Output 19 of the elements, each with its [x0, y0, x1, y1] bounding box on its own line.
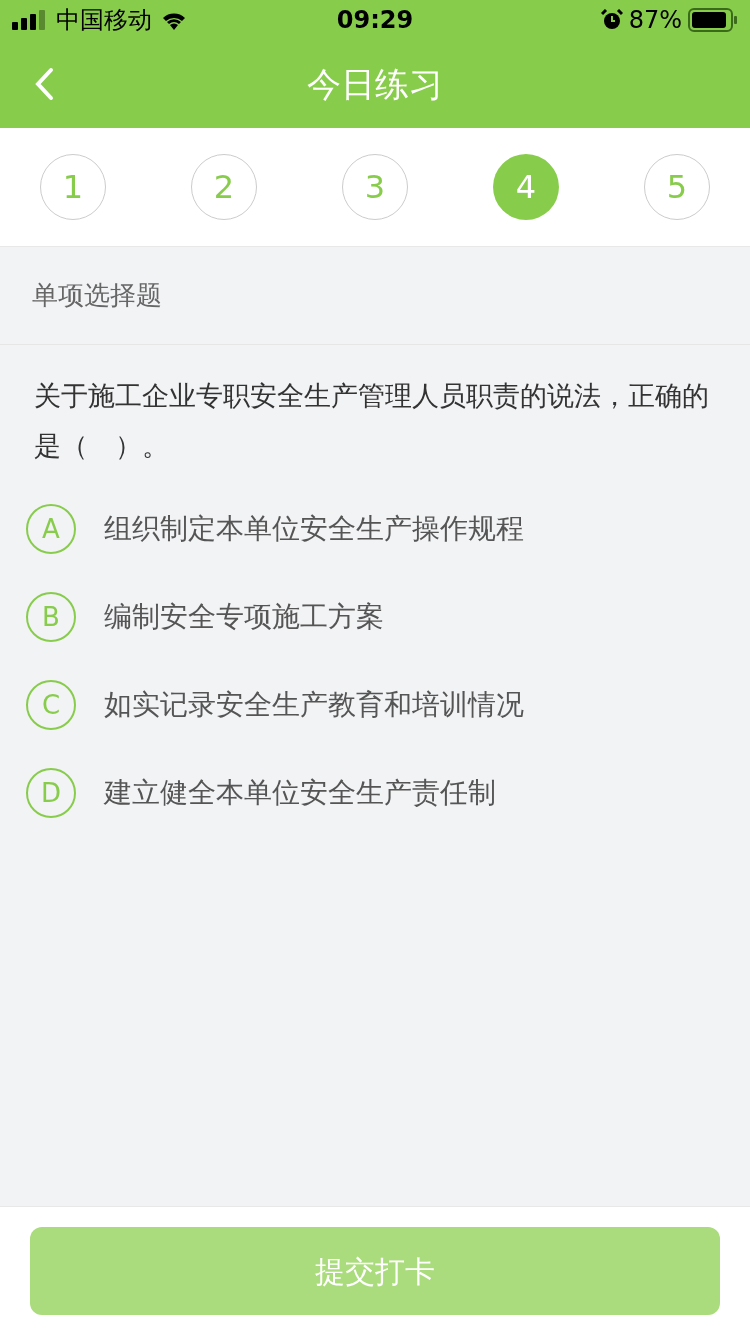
question-number-tab[interactable]: 2	[191, 154, 257, 220]
carrier-name: 中国移动	[56, 5, 152, 36]
question-number-tab[interactable]: 3	[342, 154, 408, 220]
question-number-tab[interactable]: 5	[644, 154, 710, 220]
alarm-icon	[600, 9, 623, 31]
battery-icon	[688, 8, 738, 32]
page-title: 今日练习	[307, 62, 443, 106]
back-icon	[34, 67, 54, 101]
answer-option[interactable]: B 编制安全专项施工方案	[26, 573, 724, 661]
answer-option[interactable]: A 组织制定本单位安全生产操作规程	[26, 485, 724, 573]
question-text: 关于施工企业专职安全生产管理人员职责的说法，正确的是（ ）。	[34, 379, 710, 463]
question-number-tab[interactable]: 4	[493, 154, 559, 220]
signal-icon	[12, 10, 48, 30]
question-type: 单项选择题	[32, 279, 162, 312]
question-number-tab[interactable]: 1	[40, 154, 106, 220]
answer-option[interactable]: D 建立健全本单位安全生产责任制	[26, 749, 724, 837]
battery-percent: 87%	[628, 5, 682, 36]
answer-option[interactable]: C 如实记录安全生产教育和培训情况	[26, 661, 724, 749]
status-time: 09:29	[336, 5, 414, 36]
